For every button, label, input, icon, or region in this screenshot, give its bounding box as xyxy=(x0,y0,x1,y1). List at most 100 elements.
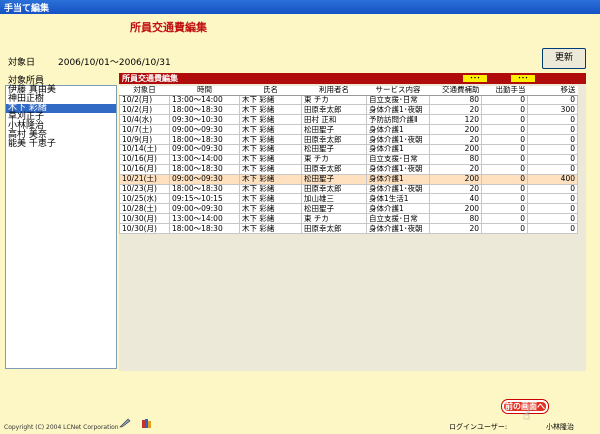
column-header: 交通費補助 xyxy=(429,86,482,96)
table-row[interactable]: 10/28(土) 09:00～09:30 木下 彩緒 松田聖子 身体介護1 200 0 0 xyxy=(119,203,578,215)
table-cell[interactable]: 0 xyxy=(527,94,578,106)
table-cell[interactable]: 0 xyxy=(481,114,528,126)
table-cell: 身体介護1 xyxy=(366,203,430,215)
table-cell[interactable]: 0 xyxy=(481,104,528,116)
table-row[interactable]: 10/21(土) 09:00～09:30 木下 彩緒 松田聖子 身体介護1 200 0 400 xyxy=(119,173,578,185)
table-cell: 18:00～18:30 xyxy=(169,183,240,195)
table-cell[interactable]: 200 xyxy=(429,124,482,136)
table-row[interactable]: 10/2(月) 18:00～18:30 木下 彩緒 田原幸太郎 身体介護1･夜朝 20 0 3… xyxy=(119,104,578,116)
table-cell[interactable]: 80 xyxy=(429,213,482,225)
table-cell: 身体介護1 xyxy=(366,173,430,185)
table-cell[interactable]: 0 xyxy=(481,134,528,145)
table-cell[interactable]: 20 xyxy=(429,183,482,195)
table-cell[interactable]: 0 xyxy=(481,173,528,185)
table-cell[interactable]: 0 xyxy=(481,153,528,165)
table-cell[interactable]: 0 xyxy=(527,134,578,145)
table-row[interactable]: 10/16(月) 18:00～18:30 木下 彩緒 田原幸太郎 身体介護1･夜朝 20 0… xyxy=(119,163,578,175)
table-cell[interactable]: 200 xyxy=(429,173,482,185)
table-cell[interactable]: 0 xyxy=(481,143,528,155)
table-cell: 10/2(月) xyxy=(119,104,170,116)
table-cell[interactable]: 0 xyxy=(481,223,528,234)
login-user-label: ログインユーザー: xyxy=(449,423,508,431)
table-cell[interactable]: 20 xyxy=(429,223,482,234)
column-header: サービス内容 xyxy=(366,86,430,96)
table-cell[interactable]: 400 xyxy=(527,173,578,185)
table-cell[interactable]: 0 xyxy=(481,193,528,205)
table-cell: 木下 彩緒 xyxy=(239,163,302,175)
table-row[interactable]: 10/14(土) 09:00～09:30 木下 彩緒 松田聖子 身体介護1 200 0 0 xyxy=(119,143,578,155)
table-cell[interactable]: 0 xyxy=(481,183,528,195)
column-header: 対象日 xyxy=(119,86,170,96)
table-cell[interactable]: 0 xyxy=(527,153,578,165)
table-cell[interactable]: 20 xyxy=(429,134,482,145)
column-header: 移送 xyxy=(527,86,578,96)
table-row[interactable]: 10/4(水) 09:30～10:30 木下 彩緒 田村 正和 予防訪問介護Ⅱ 120 0 0 xyxy=(119,114,578,126)
table-cell: 13:00～14:00 xyxy=(169,153,240,165)
table-cell[interactable]: 80 xyxy=(429,153,482,165)
table-cell: 自立支援･日常 xyxy=(366,153,430,165)
table-cell: 身体1生活1 xyxy=(366,193,430,205)
table-cell: 09:00～09:30 xyxy=(169,143,240,155)
table-row[interactable]: 10/2(月) 13:00～14:00 木下 彩緒東 チカ 自立支援･日常 80 0 0 xyxy=(119,94,578,106)
table-cell: 松田聖子 xyxy=(301,203,367,215)
table-cell: 09:00～09:30 xyxy=(169,124,240,136)
page-title: 所員交通費編集 xyxy=(130,21,207,34)
table-row[interactable]: 10/16(月) 13:00～14:00 木下 彩緒東 チカ 自立支援･日常 80 0 0 xyxy=(119,153,578,165)
table-cell[interactable]: 0 xyxy=(527,183,578,195)
table-cell[interactable]: 200 xyxy=(429,203,482,215)
table-cell: 09:15～10:15 xyxy=(169,193,240,205)
table-cell[interactable]: 20 xyxy=(429,104,482,116)
table-cell[interactable]: 300 xyxy=(527,104,578,116)
table-row[interactable]: 10/23(月) 18:00～18:30 木下 彩緒 田原幸太郎 身体介護1･夜朝 20 0… xyxy=(119,183,578,195)
table-row[interactable]: 10/25(水) 09:15～10:15 木下 彩緒 加山雄三 身体1生活1 40 0 0 xyxy=(119,193,578,205)
table-cell[interactable]: 0 xyxy=(481,163,528,175)
table-cell[interactable]: 200 xyxy=(429,143,482,155)
table-cell: 田原幸太郎 xyxy=(301,134,367,145)
table-cell[interactable]: 0 xyxy=(527,213,578,225)
table-cell: 身体介護1･夜朝 xyxy=(366,104,430,116)
table-cell: 東 チカ xyxy=(301,213,367,225)
table-cell[interactable]: 0 xyxy=(527,114,578,126)
update-button[interactable]: 更新 xyxy=(542,48,586,69)
table-row[interactable]: 10/30(月) 13:00～14:00 木下 彩緒東 チカ 自立支援･日常 80 0 0 xyxy=(119,213,578,225)
table-cell: 木下 彩緒 xyxy=(239,124,302,136)
table-cell: 予防訪問介護Ⅱ xyxy=(366,114,430,126)
table-cell[interactable]: 0 xyxy=(527,124,578,136)
pen-icon[interactable] xyxy=(119,418,131,428)
table-cell[interactable]: 0 xyxy=(481,213,528,225)
staff-list-item[interactable]: 能美 千恵子 xyxy=(6,140,116,149)
table-cell: 木下 彩緒 xyxy=(239,94,302,106)
table-cell[interactable]: 0 xyxy=(481,124,528,136)
table-cell: 木下 彩緒 xyxy=(239,203,302,215)
table-cell[interactable]: 0 xyxy=(481,94,528,106)
table-cell[interactable]: 80 xyxy=(429,94,482,106)
table-cell[interactable]: 0 xyxy=(527,163,578,175)
table-cell: 自立支援･日常 xyxy=(366,213,430,225)
table-cell: 10/4(水) xyxy=(119,114,170,126)
table-cell[interactable]: 20 xyxy=(429,163,482,175)
table-row[interactable]: 10/9(月) 18:00～18:30 木下 彩緒 田原幸太郎 身体介護1･夜朝 20 0 0 xyxy=(119,134,578,145)
column-header: 時間 xyxy=(169,86,240,96)
table-cell: 田原幸太郎 xyxy=(301,223,367,234)
table-cell: 木下 彩緒 xyxy=(239,193,302,205)
panel-header: 所員交通費編集 ･･･ ･･･ xyxy=(119,73,586,84)
staff-list[interactable]: 伊藤 真由美 神田正樹 木下 彩緒 草刈正子 小林隆治 高村 美奈 能美 千恵子 xyxy=(5,85,117,369)
books-icon[interactable] xyxy=(141,418,153,428)
table-row[interactable]: 10/30(月) 18:00～18:30 木下 彩緒 田原幸太郎 身体介護1･夜朝 20 0… xyxy=(119,223,578,234)
table-cell[interactable]: 0 xyxy=(527,203,578,215)
table-cell: 10/16(月) xyxy=(119,153,170,165)
table-cell: 10/9(月) xyxy=(119,134,170,145)
table-cell: 10/2(月) xyxy=(119,94,170,106)
column-header: 利用者名 xyxy=(301,86,367,96)
table-cell[interactable]: 0 xyxy=(527,143,578,155)
column-header: 出勤手当 xyxy=(481,86,528,96)
table-cell[interactable]: 0 xyxy=(527,223,578,234)
dots-button-2[interactable]: ･･･ xyxy=(511,75,535,82)
table-cell[interactable]: 40 xyxy=(429,193,482,205)
table-cell[interactable]: 0 xyxy=(481,203,528,215)
dots-button-1[interactable]: ･･･ xyxy=(463,75,487,82)
table-cell: 18:00～18:30 xyxy=(169,134,240,145)
table-cell[interactable]: 120 xyxy=(429,114,482,126)
table-row[interactable]: 10/7(土) 09:00～09:30 木下 彩緒 松田聖子 身体介護1 200 0 0 xyxy=(119,124,578,136)
table-cell[interactable]: 0 xyxy=(527,193,578,205)
